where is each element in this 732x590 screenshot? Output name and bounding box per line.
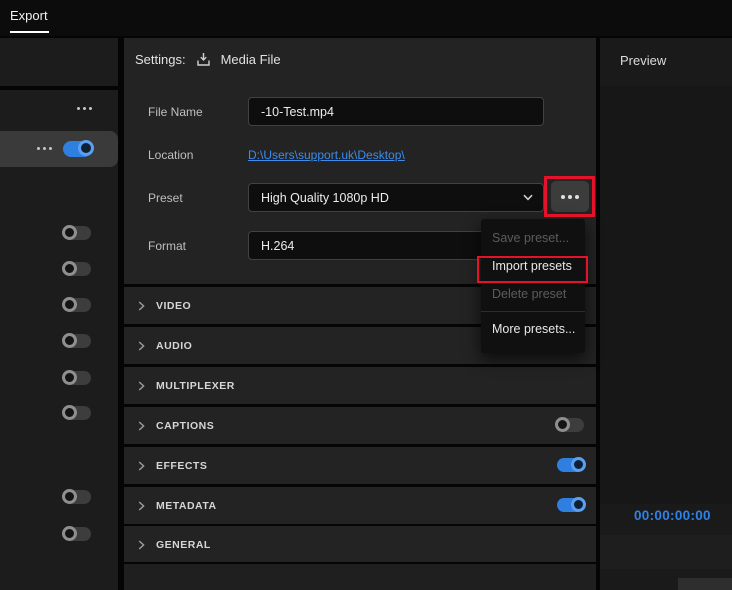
destinations-sidebar	[0, 90, 118, 590]
destination-toggle-8[interactable]	[64, 527, 91, 541]
destination-toggle-active[interactable]	[63, 141, 92, 157]
menu-separator	[481, 311, 585, 312]
top-bar: Export	[0, 0, 732, 36]
file-name-label: File Name	[148, 105, 203, 119]
chevron-right-icon	[138, 540, 145, 550]
chevron-right-icon	[138, 381, 145, 391]
tab-export-active-underline	[10, 31, 49, 33]
settings-header: Settings: Media File	[135, 51, 281, 68]
menu-item-save-preset: Save preset...	[481, 224, 585, 252]
preset-context-menu: Save preset... Import presets Delete pre…	[481, 219, 585, 353]
section-label: AUDIO	[156, 340, 192, 352]
destination-toggle-5[interactable]	[64, 371, 91, 385]
destination-toggle-4[interactable]	[64, 334, 91, 348]
section-row-partial	[124, 564, 596, 590]
chevron-down-icon	[523, 194, 533, 201]
destination-name-label: Media File	[221, 52, 281, 67]
captions-toggle[interactable]	[557, 418, 584, 432]
section-row-general[interactable]: GENERAL	[124, 526, 596, 562]
preset-more-options-button[interactable]	[551, 181, 589, 212]
preview-timeline	[600, 535, 732, 569]
section-label: EFFECTS	[156, 460, 207, 472]
effects-toggle[interactable]	[557, 458, 584, 472]
ellipsis-icon	[561, 195, 579, 199]
section-label: VIDEO	[156, 300, 191, 312]
destination-item-active[interactable]	[0, 131, 118, 167]
section-row-effects[interactable]: EFFECTS	[124, 447, 596, 484]
metadata-toggle[interactable]	[557, 498, 584, 512]
export-window: Export Settings: Me	[0, 0, 732, 590]
preview-title: Preview	[620, 53, 666, 68]
tab-export[interactable]: Export	[10, 8, 48, 23]
media-file-icon	[195, 51, 212, 68]
section-row-metadata[interactable]: METADATA	[124, 487, 596, 524]
chevron-right-icon	[138, 501, 145, 511]
section-label: GENERAL	[156, 539, 211, 551]
section-label: CAPTIONS	[156, 420, 214, 432]
menu-item-delete-preset: Delete preset	[481, 280, 585, 308]
sidebar-more-options-icon[interactable]	[77, 107, 92, 110]
preview-panel: Preview 00:00:00:00	[600, 38, 732, 590]
location-link[interactable]: D:\Users\support.uk\Desktop\	[248, 148, 405, 162]
section-label: MULTIPLEXER	[156, 380, 235, 392]
destination-toggle-3[interactable]	[64, 298, 91, 312]
format-dropdown-value: H.264	[261, 239, 294, 253]
destination-toggle-6[interactable]	[64, 406, 91, 420]
sidebar-header-panel	[0, 38, 118, 86]
destination-toggle-2[interactable]	[64, 262, 91, 276]
section-row-captions[interactable]: CAPTIONS	[124, 407, 596, 444]
destination-toggle-7[interactable]	[64, 490, 91, 504]
section-row-multiplexer[interactable]: MULTIPLEXER	[124, 367, 596, 404]
format-label: Format	[148, 239, 186, 253]
preset-dropdown-value: High Quality 1080p HD	[261, 191, 389, 205]
menu-item-more-presets[interactable]: More presets...	[481, 315, 585, 343]
chevron-right-icon	[138, 341, 145, 351]
preset-dropdown[interactable]: High Quality 1080p HD	[248, 183, 544, 212]
menu-item-import-presets[interactable]: Import presets	[481, 252, 585, 280]
chevron-right-icon	[138, 301, 145, 311]
chevron-right-icon	[138, 461, 145, 471]
chevron-right-icon	[138, 421, 145, 431]
file-name-input[interactable]	[248, 97, 544, 126]
settings-label: Settings:	[135, 52, 186, 67]
preview-viewport	[600, 86, 732, 504]
section-label: METADATA	[156, 500, 217, 512]
timecode-display: 00:00:00:00	[634, 508, 711, 523]
location-label: Location	[148, 148, 193, 162]
destination-more-options-icon[interactable]	[37, 147, 52, 150]
preset-label: Preset	[148, 191, 183, 205]
bottom-control-partial	[678, 578, 732, 590]
destination-toggle-1[interactable]	[64, 226, 91, 240]
